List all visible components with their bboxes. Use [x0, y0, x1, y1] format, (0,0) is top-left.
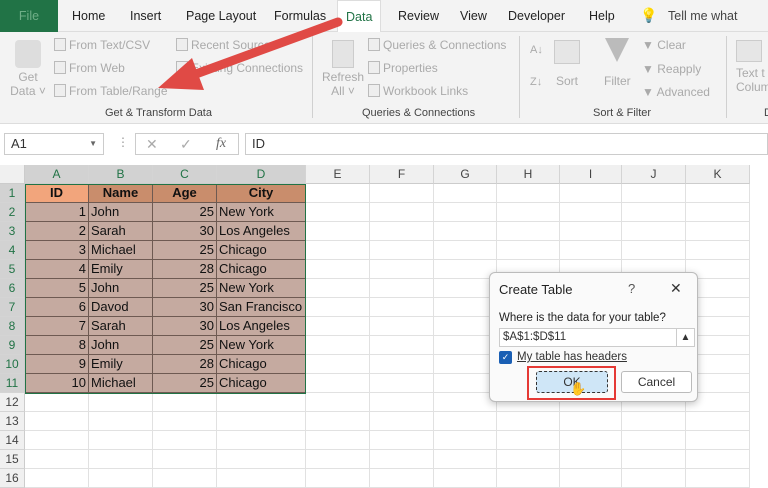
annotation-arrow — [158, 17, 343, 90]
